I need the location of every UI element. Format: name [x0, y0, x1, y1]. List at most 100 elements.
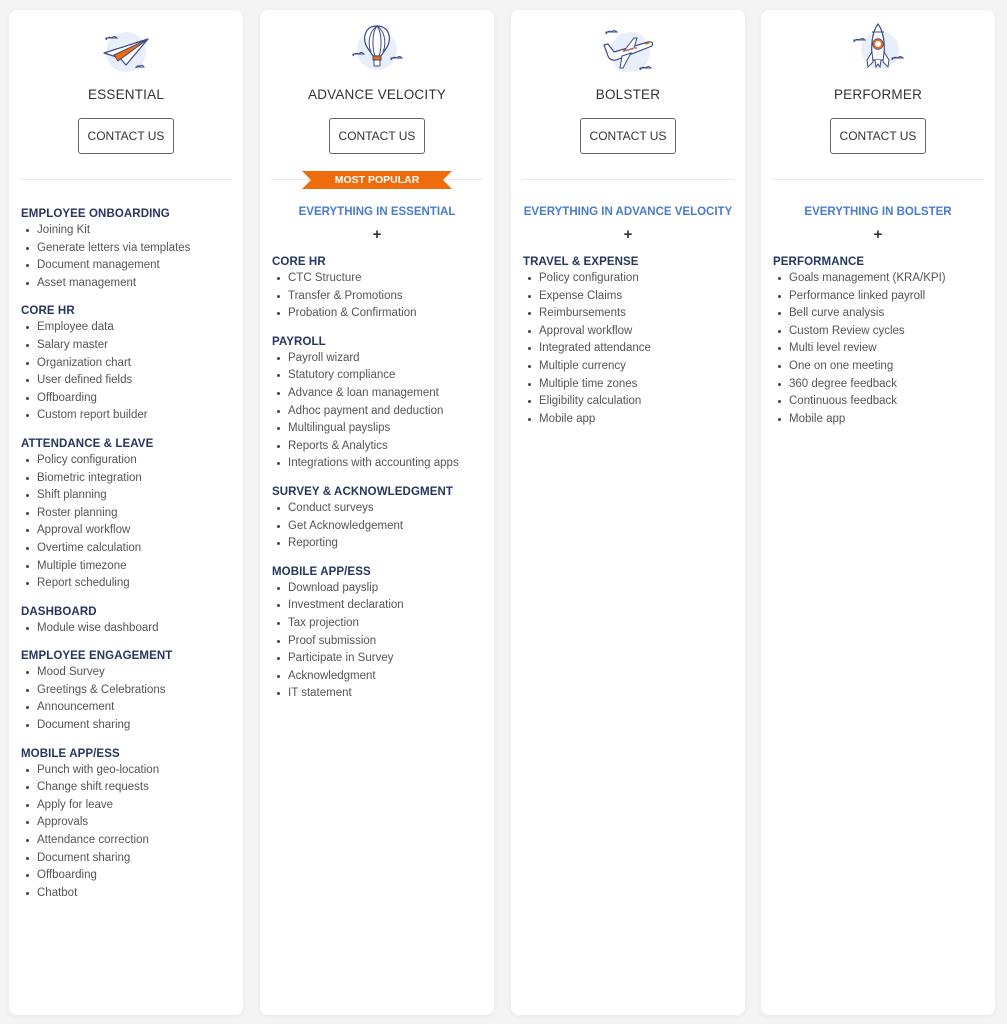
feature-items: CTC Structure Transfer & Promotions Probat…: [272, 270, 486, 323]
section-title: ATTENDANCE & LEAVE: [21, 437, 154, 450]
feature-item: Approval workflow: [21, 522, 235, 540]
feature-item: Transfer & Promotions: [272, 288, 486, 306]
feature-items: Payroll wizard Statutory compliance Advanc…: [272, 350, 486, 473]
section-title: EMPLOYEE ENGAGEMENT: [21, 650, 173, 663]
feature-item: Overtime calculation: [21, 540, 235, 558]
feature-item: Adhoc payment and deduction: [272, 403, 486, 421]
feature-item: Policy configuration: [21, 452, 235, 470]
feature-section: PAYROLL Payroll wizard Statutory complianc…: [272, 336, 486, 473]
feature-item: Mobile app: [773, 411, 987, 429]
section-title: TRAVEL & EXPENSE: [523, 256, 639, 268]
feature-item: Salary master: [21, 337, 235, 355]
feature-item: IT statement: [272, 685, 486, 703]
feature-item: Document sharing: [21, 717, 235, 735]
feature-item: Offboarding: [21, 867, 235, 885]
plan-name: ESSENTIAL: [87, 87, 165, 102]
feature-list: PERFORMANCE Goals management (KRA/KPI) Per…: [773, 256, 987, 441]
feature-section: PERFORMANCE Goals management (KRA/KPI) Per…: [773, 256, 987, 428]
feature-items: Policy configuration Expense Claims Reimbu…: [523, 270, 737, 428]
section-title: CORE HR: [272, 256, 326, 268]
plan-card-performer: PERFORMER CONTACT US EVERYTHING IN BOLST…: [761, 10, 995, 1015]
feature-item: User defined fields: [21, 372, 235, 390]
feature-list: TRAVEL & EXPENSE Policy configuration Expe…: [523, 256, 737, 441]
hot-air-balloon-icon: [347, 20, 407, 80]
plan-name: ADVANCE VELOCITY: [308, 87, 446, 102]
feature-item: Punch with geo-location: [21, 762, 235, 780]
feature-item: Report scheduling: [21, 575, 235, 593]
section-title: SURVEY & ACKNOWLEDGMENT: [272, 485, 453, 498]
feature-item: Mood Survey: [21, 664, 235, 682]
feature-item: Approvals: [21, 814, 235, 832]
feature-item: Employee data: [21, 319, 235, 337]
feature-item: Proof submission: [272, 633, 486, 651]
feature-item: Advance & loan management: [272, 385, 486, 403]
feature-items: Punch with geo-location Change shift requ…: [21, 762, 235, 903]
feature-items: Policy configuration Biometric integratio…: [21, 452, 235, 593]
feature-item: Reports & Analytics: [272, 438, 486, 456]
pricing-plans: ESSENTIAL CONTACT US EMPLOYEE ONBOARDING…: [0, 0, 1007, 1024]
feature-item: Reporting: [272, 535, 486, 553]
feature-item: Asset management: [21, 275, 235, 293]
everything-in-label: EVERYTHING IN ADVANCE VELOCITY: [523, 206, 733, 218]
plan-name: BOLSTER: [595, 87, 661, 102]
feature-item: Roster planning: [21, 505, 235, 523]
feature-item: Change shift requests: [21, 779, 235, 797]
feature-item: Greetings & Celebrations: [21, 682, 235, 700]
section-title: DASHBOARD: [21, 605, 97, 618]
feature-item: Multiple time zones: [523, 376, 737, 394]
feature-item: Get Acknowledgement: [272, 518, 486, 536]
section-title: PAYROLL: [272, 335, 326, 348]
plus-sign: +: [623, 226, 633, 243]
feature-section: DASHBOARD Module wise dashboard: [21, 606, 235, 638]
feature-section: CORE HR Employee data Salary master Organiz…: [21, 305, 235, 425]
feature-item: Biometric integration: [21, 470, 235, 488]
feature-item: Shift planning: [21, 487, 235, 505]
feature-item: Goals management (KRA/KPI): [773, 270, 987, 288]
feature-item: Conduct surveys: [272, 500, 486, 518]
contact-us-button[interactable]: CONTACT US: [580, 118, 676, 154]
feature-item: One on one meeting: [773, 358, 987, 376]
divider: [522, 179, 734, 180]
plan-name: PERFORMER: [833, 87, 923, 102]
everything-in-label: EVERYTHING IN BOLSTER: [804, 206, 952, 218]
feature-item: Statutory compliance: [272, 367, 486, 385]
feature-item: Acknowledgment: [272, 668, 486, 686]
feature-item: 360 degree feedback: [773, 376, 987, 394]
contact-us-button[interactable]: CONTACT US: [830, 118, 926, 154]
feature-item: Integrations with accounting apps: [272, 455, 486, 473]
feature-item: Chatbot: [21, 885, 235, 903]
feature-item: Custom Review cycles: [773, 323, 987, 341]
feature-section: SURVEY & ACKNOWLEDGMENT Conduct surveys Ge…: [272, 486, 486, 553]
plan-card-advance-velocity: ADVANCE VELOCITY CONTACT US MOST POPULAR…: [260, 10, 494, 1015]
feature-section: CORE HR CTC Structure Transfer & Promotion…: [272, 256, 486, 323]
feature-item: Attendance correction: [21, 832, 235, 850]
feature-item: Continuous feedback: [773, 393, 987, 411]
contact-us-button[interactable]: CONTACT US: [329, 118, 425, 154]
feature-list: EMPLOYEE ONBOARDING Joining Kit Generate l…: [21, 208, 235, 915]
feature-item: Apply for leave: [21, 797, 235, 815]
feature-section: TRAVEL & EXPENSE Policy configuration Expe…: [523, 256, 737, 428]
feature-items: Module wise dashboard: [21, 620, 235, 638]
feature-item: Document management: [21, 257, 235, 275]
feature-item: Multi level review: [773, 340, 987, 358]
feature-item: Approval workflow: [523, 323, 737, 341]
feature-item: Reimbursements: [523, 305, 737, 323]
rocket-icon: [848, 20, 908, 80]
feature-item: Offboarding: [21, 390, 235, 408]
feature-section: ATTENDANCE & LEAVE Policy configuration Bi…: [21, 438, 235, 593]
contact-us-button[interactable]: CONTACT US: [78, 118, 174, 154]
plus-sign: +: [873, 226, 883, 243]
section-title: EMPLOYEE ONBOARDING: [21, 208, 170, 220]
feature-item: Announcement: [21, 699, 235, 717]
feature-item: Bell curve analysis: [773, 305, 987, 323]
feature-item: Document sharing: [21, 850, 235, 868]
plus-sign: +: [372, 226, 382, 243]
feature-item: Custom report builder: [21, 407, 235, 425]
feature-item: Mobile app: [523, 411, 737, 429]
divider: [772, 179, 984, 180]
feature-item: Expense Claims: [523, 288, 737, 306]
feature-item: Policy configuration: [523, 270, 737, 288]
feature-item: Module wise dashboard: [21, 620, 235, 638]
feature-item: Investment declaration: [272, 597, 486, 615]
feature-item: Download payslip: [272, 580, 486, 598]
